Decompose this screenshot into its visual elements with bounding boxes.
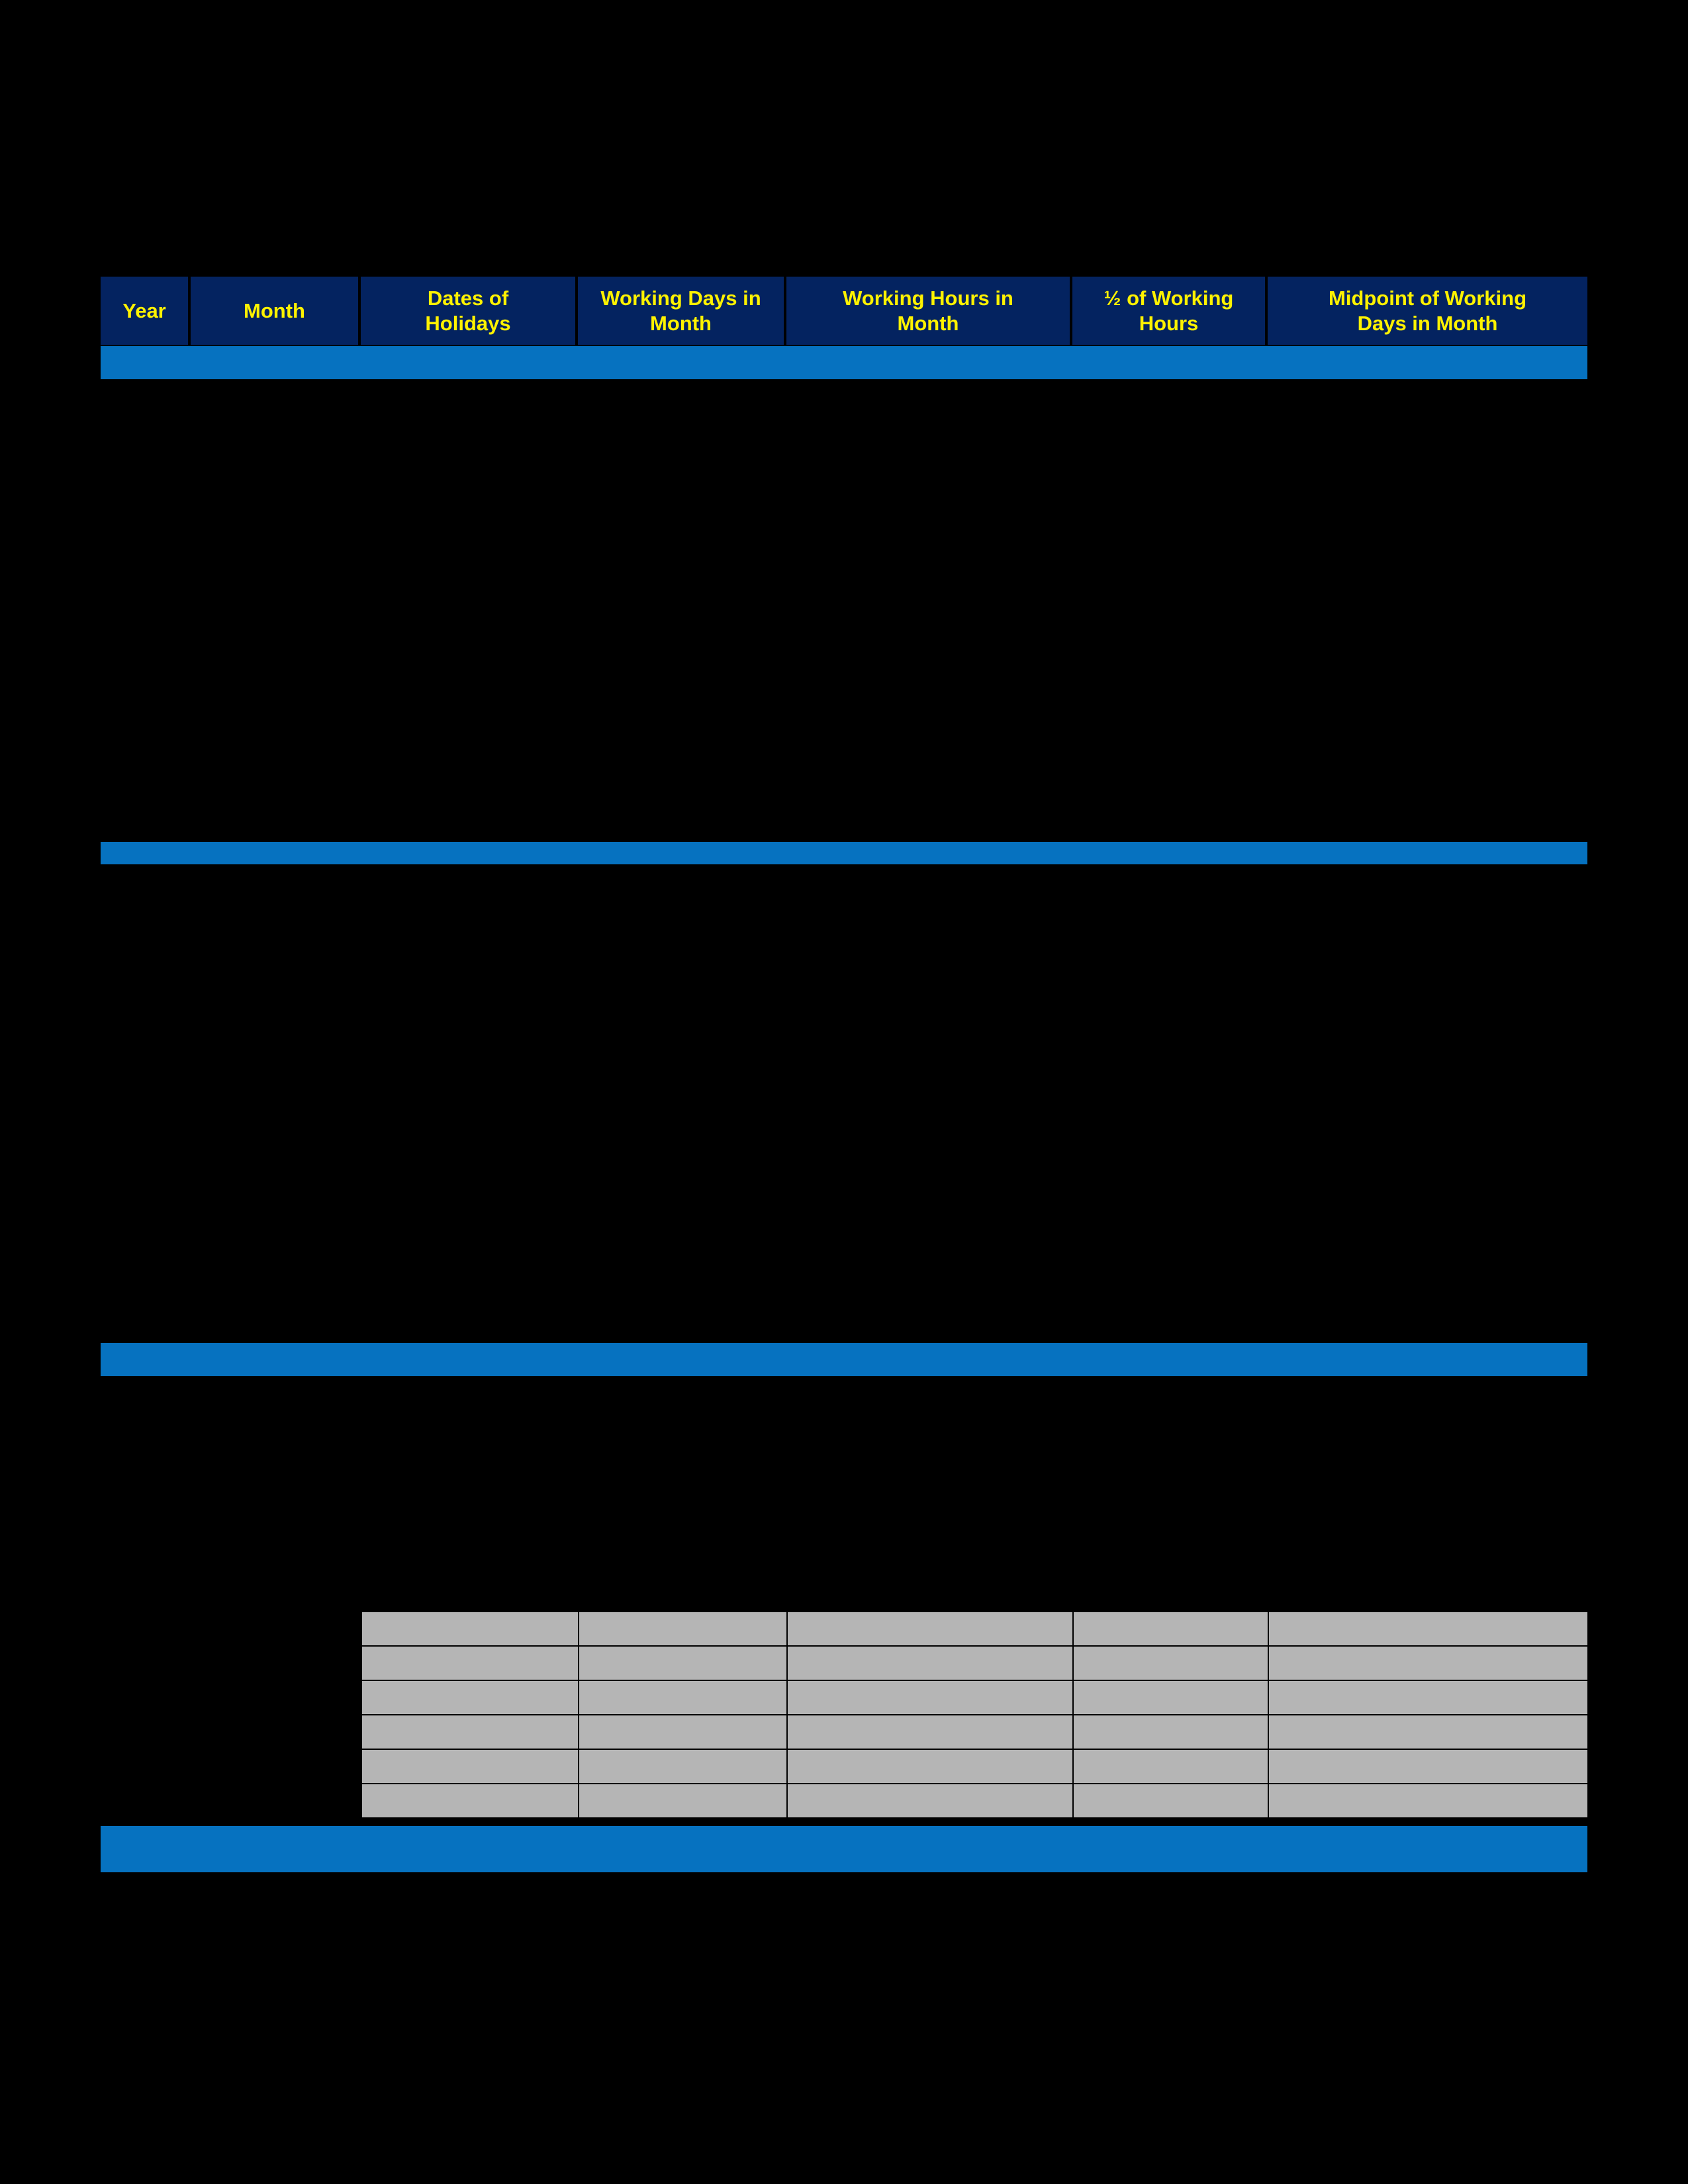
data-grid-cell[interactable] [578,1611,788,1647]
column-header-month[interactable]: Month [191,277,361,345]
blue-separator-bar-4 [101,1826,1587,1872]
data-grid-cell[interactable] [1268,1749,1589,1784]
blue-separator-bar-3 [101,1343,1587,1376]
data-grid-cell[interactable] [1072,1611,1269,1647]
data-grid-row [361,1680,1589,1715]
data-grid-cell[interactable] [786,1611,1074,1647]
column-header-midpoint-of-working-days-in-month-line2: Days in Month [1357,311,1498,335]
blue-separator-bar-1 [101,346,1587,379]
column-header-working-days-in-month-line1: Working Days in [600,287,761,310]
data-grid-cell[interactable] [786,1680,1074,1715]
data-grid-row [361,1749,1589,1784]
data-grid-row [361,1714,1589,1750]
column-header-midpoint-of-working-days-in-month[interactable]: Midpoint of Working Days in Month [1268,277,1587,345]
column-header-year-line1: Year [122,298,166,322]
column-header-half-of-working-hours-line2: Hours [1139,311,1199,335]
data-grid-cell[interactable] [578,1680,788,1715]
column-header-half-of-working-hours[interactable]: ½ of Working Hours [1072,277,1268,345]
column-header-working-days-in-month[interactable]: Working Days in Month [578,277,786,345]
column-header-dates-of-holidays-line2: Holidays [425,311,511,335]
data-grid-cell[interactable] [578,1645,788,1681]
blue-separator-bar-2 [101,842,1587,864]
column-header-year[interactable]: Year [101,277,191,345]
data-grid-cell[interactable] [1072,1714,1269,1750]
data-grid-cell[interactable] [1268,1645,1589,1681]
data-grid-cell[interactable] [1072,1680,1269,1715]
empty-data-grid [361,1611,1589,1819]
data-grid-cell[interactable] [578,1714,788,1750]
data-grid-row [361,1783,1589,1819]
column-header-working-hours-in-month-line1: Working Hours in [843,287,1013,310]
data-grid-row [361,1645,1589,1681]
data-grid-cell[interactable] [578,1749,788,1784]
data-grid-cell[interactable] [1072,1783,1269,1819]
data-grid-cell[interactable] [361,1611,579,1647]
data-grid-cell[interactable] [361,1783,579,1819]
column-header-month-line1: Month [244,298,305,322]
data-grid-cell[interactable] [786,1749,1074,1784]
data-grid-cell[interactable] [361,1680,579,1715]
data-grid-cell[interactable] [578,1783,788,1819]
column-header-working-days-in-month-line2: Month [650,311,712,335]
column-header-midpoint-of-working-days-in-month-line1: Midpoint of Working [1328,287,1527,310]
data-grid-cell[interactable] [786,1645,1074,1681]
column-header-working-hours-in-month-line2: Month [897,311,959,335]
data-grid-cell[interactable] [1268,1611,1589,1647]
data-grid-cell[interactable] [1268,1680,1589,1715]
column-header-dates-of-holidays-line1: Dates of [427,287,509,310]
data-grid-row [361,1611,1589,1647]
data-grid-cell[interactable] [361,1645,579,1681]
data-grid-cell[interactable] [361,1714,579,1750]
worksheet-header-row: Year Month Dates of Holidays Working Day… [101,277,1587,345]
data-grid-cell[interactable] [1072,1645,1269,1681]
data-grid-cell[interactable] [786,1714,1074,1750]
data-grid-cell[interactable] [361,1749,579,1784]
column-header-half-of-working-hours-line1: ½ of Working [1103,287,1234,310]
data-grid-cell[interactable] [1268,1714,1589,1750]
data-grid-cell[interactable] [1268,1783,1589,1819]
column-header-dates-of-holidays[interactable]: Dates of Holidays [361,277,578,345]
column-header-working-hours-in-month[interactable]: Working Hours in Month [786,277,1072,345]
data-grid-cell[interactable] [1072,1749,1269,1784]
data-grid-body [361,1611,1589,1819]
data-grid-cell[interactable] [786,1783,1074,1819]
